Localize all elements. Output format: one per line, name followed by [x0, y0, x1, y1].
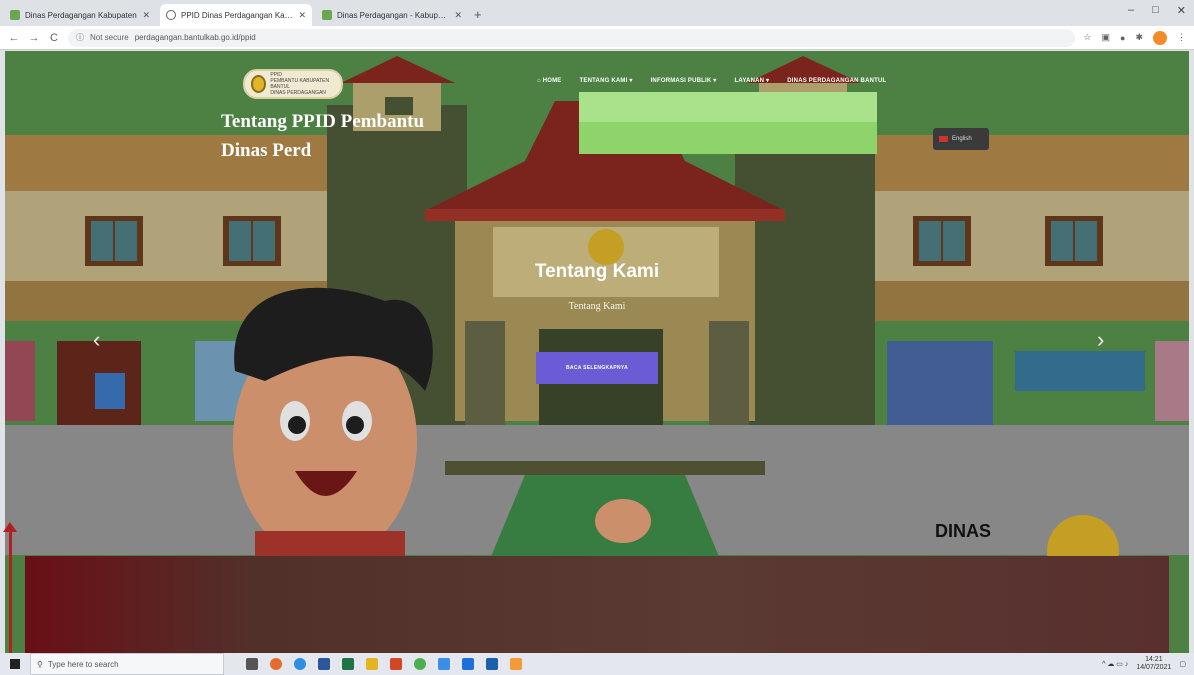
- site-favicon-icon: [322, 10, 332, 20]
- profile-avatar[interactable]: [1153, 30, 1167, 45]
- file-explorer-icon[interactable]: [366, 658, 378, 670]
- logo-text: PPID PEMBANTU KABUPATEN BANTUL DINAS PER…: [270, 72, 335, 96]
- chrome-icon[interactable]: [294, 658, 306, 670]
- new-tab-button[interactable]: +: [474, 7, 482, 22]
- tab-title: PPID Dinas Perdagangan Kabu: [181, 10, 294, 20]
- tab-title: Dinas Perdagangan Kabupaten: [25, 10, 137, 20]
- powerpoint-icon[interactable]: [390, 658, 402, 670]
- read-more-button[interactable]: BACA SELENGKAPNYA: [536, 352, 658, 384]
- close-tab-icon[interactable]: ✕: [142, 10, 150, 21]
- nav-label: HOME: [542, 77, 562, 84]
- logo-seal-icon: [251, 75, 267, 93]
- nav-label: LAYANAN: [734, 78, 765, 84]
- logo-line: PEMBANTU KABUPATEN BANTUL: [270, 78, 330, 90]
- browser-tab[interactable]: Dinas Perdagangan - Kabupaten ✕: [316, 4, 468, 26]
- browser-tab-bar: Dinas Perdagangan Kabupaten ✕ PPID Dinas…: [0, 0, 1194, 26]
- hero-title: Tentang Kami: [534, 261, 660, 282]
- star-icon[interactable]: ☆: [1083, 32, 1091, 43]
- start-button[interactable]: [0, 659, 30, 669]
- browser-icon[interactable]: [462, 658, 474, 670]
- about-panel: [25, 556, 1169, 653]
- close-tab-icon[interactable]: ✕: [454, 10, 462, 21]
- store-icon[interactable]: [486, 658, 498, 670]
- app-icon[interactable]: [510, 658, 522, 670]
- taskbar-apps: [246, 658, 522, 670]
- forward-button[interactable]: →: [28, 32, 40, 44]
- close-window-button[interactable]: ✕: [1177, 4, 1186, 17]
- extension-icon[interactable]: ●: [1120, 33, 1125, 43]
- mail-icon[interactable]: [438, 658, 450, 670]
- extensions-area: ☆ ▣ ● ✱ ⋮: [1083, 30, 1186, 45]
- puzzle-icon[interactable]: ✱: [1135, 32, 1143, 43]
- nav-label: INFORMASI PUBLIK: [650, 78, 712, 84]
- panel-image-sky: [579, 92, 877, 122]
- system-tray: ^ ☁ ▭ ♪ 14:21 14/07/2021 ▢: [1102, 656, 1186, 672]
- clock[interactable]: 14:21 14/07/2021: [1136, 656, 1171, 672]
- search-icon: ⚲: [37, 659, 43, 669]
- security-label: Not secure: [90, 33, 129, 42]
- address-bar[interactable]: ⓘ Not secure perdagangan.bantulkab.go.id…: [68, 28, 1076, 47]
- search-placeholder: Type here to search: [47, 659, 119, 669]
- maximize-button[interactable]: □: [1152, 4, 1159, 17]
- logo-line: DINAS PERDAGANGAN: [270, 90, 326, 96]
- nav-item-layanan[interactable]: LAYANAN ▾: [735, 77, 770, 84]
- app-icon[interactable]: [414, 658, 426, 670]
- firefox-icon[interactable]: [270, 658, 282, 670]
- browser-tab[interactable]: Dinas Perdagangan Kabupaten ✕: [4, 4, 156, 26]
- web-page: PPID PEMBANTU KABUPATEN BANTUL DINAS PER…: [5, 51, 1189, 653]
- carousel-next-button[interactable]: ›: [1097, 327, 1104, 353]
- nav-item-dinas-perdagangan[interactable]: DINAS PERDAGANGAN BANTUL: [787, 78, 886, 84]
- nav-item-home[interactable]: ⌂ HOME: [537, 78, 562, 84]
- window-controls: – □ ✕: [1128, 4, 1186, 17]
- language-label: English: [952, 136, 972, 142]
- site-favicon-icon: [10, 10, 20, 20]
- menu-icon[interactable]: ⋮: [1177, 32, 1186, 43]
- windows-taskbar: ⚲ Type here to search ^ ☁ ▭ ♪ 14:21 14/0…: [0, 653, 1194, 675]
- info-icon[interactable]: ⓘ: [76, 32, 84, 43]
- extension-icon[interactable]: ▣: [1102, 32, 1111, 43]
- reload-button[interactable]: C: [48, 32, 60, 44]
- minimize-button[interactable]: –: [1128, 4, 1134, 17]
- browser-toolbar: ← → C ⓘ Not secure perdagangan.bantulkab…: [0, 26, 1194, 50]
- annotation-arrow-line: [9, 529, 12, 653]
- excel-icon[interactable]: [342, 658, 354, 670]
- nav-item-tentang-kami[interactable]: TENTANG KAMI ▾: [580, 77, 633, 84]
- word-icon[interactable]: [318, 658, 330, 670]
- browser-tab-active[interactable]: PPID Dinas Perdagangan Kabu ✕: [160, 4, 312, 26]
- carousel-prev-button[interactable]: ‹: [93, 327, 100, 353]
- about-panel-title-continued: Dinas Perd: [221, 140, 312, 161]
- site-logo[interactable]: PPID PEMBANTU KABUPATEN BANTUL DINAS PER…: [243, 69, 343, 99]
- url-text[interactable]: perdagangan.bantulkab.go.id/ppid: [135, 33, 256, 42]
- notification-icon[interactable]: ▢: [1179, 660, 1186, 668]
- tray-icons[interactable]: ^ ☁ ▭ ♪: [1102, 660, 1128, 668]
- time: 14:21: [1145, 656, 1163, 663]
- flag-icon: [939, 136, 948, 142]
- dinas-watermark: DINAS: [935, 521, 992, 541]
- language-selector[interactable]: English: [933, 128, 989, 150]
- tab-title: Dinas Perdagangan - Kabupaten: [337, 10, 450, 20]
- date: 14/07/2021: [1136, 664, 1172, 671]
- nav-label: TENTANG KAMI: [579, 78, 628, 84]
- hero-subtitle: Tentang Kami: [568, 301, 626, 312]
- main-nav: ⌂ HOME TENTANG KAMI ▾ INFORMASI PUBLIK ▾…: [537, 77, 886, 85]
- task-view-icon[interactable]: [246, 658, 258, 670]
- about-panel-image: [579, 92, 877, 154]
- globe-icon: [166, 10, 176, 20]
- nav-item-informasi-publik[interactable]: INFORMASI PUBLIK ▾: [651, 77, 717, 84]
- close-tab-icon[interactable]: ✕: [298, 10, 306, 21]
- windows-logo-icon: [10, 659, 20, 669]
- taskbar-search[interactable]: ⚲ Type here to search: [30, 653, 224, 675]
- about-panel-title: Tentang PPID Pembantu: [221, 111, 425, 132]
- back-button[interactable]: ←: [8, 32, 20, 44]
